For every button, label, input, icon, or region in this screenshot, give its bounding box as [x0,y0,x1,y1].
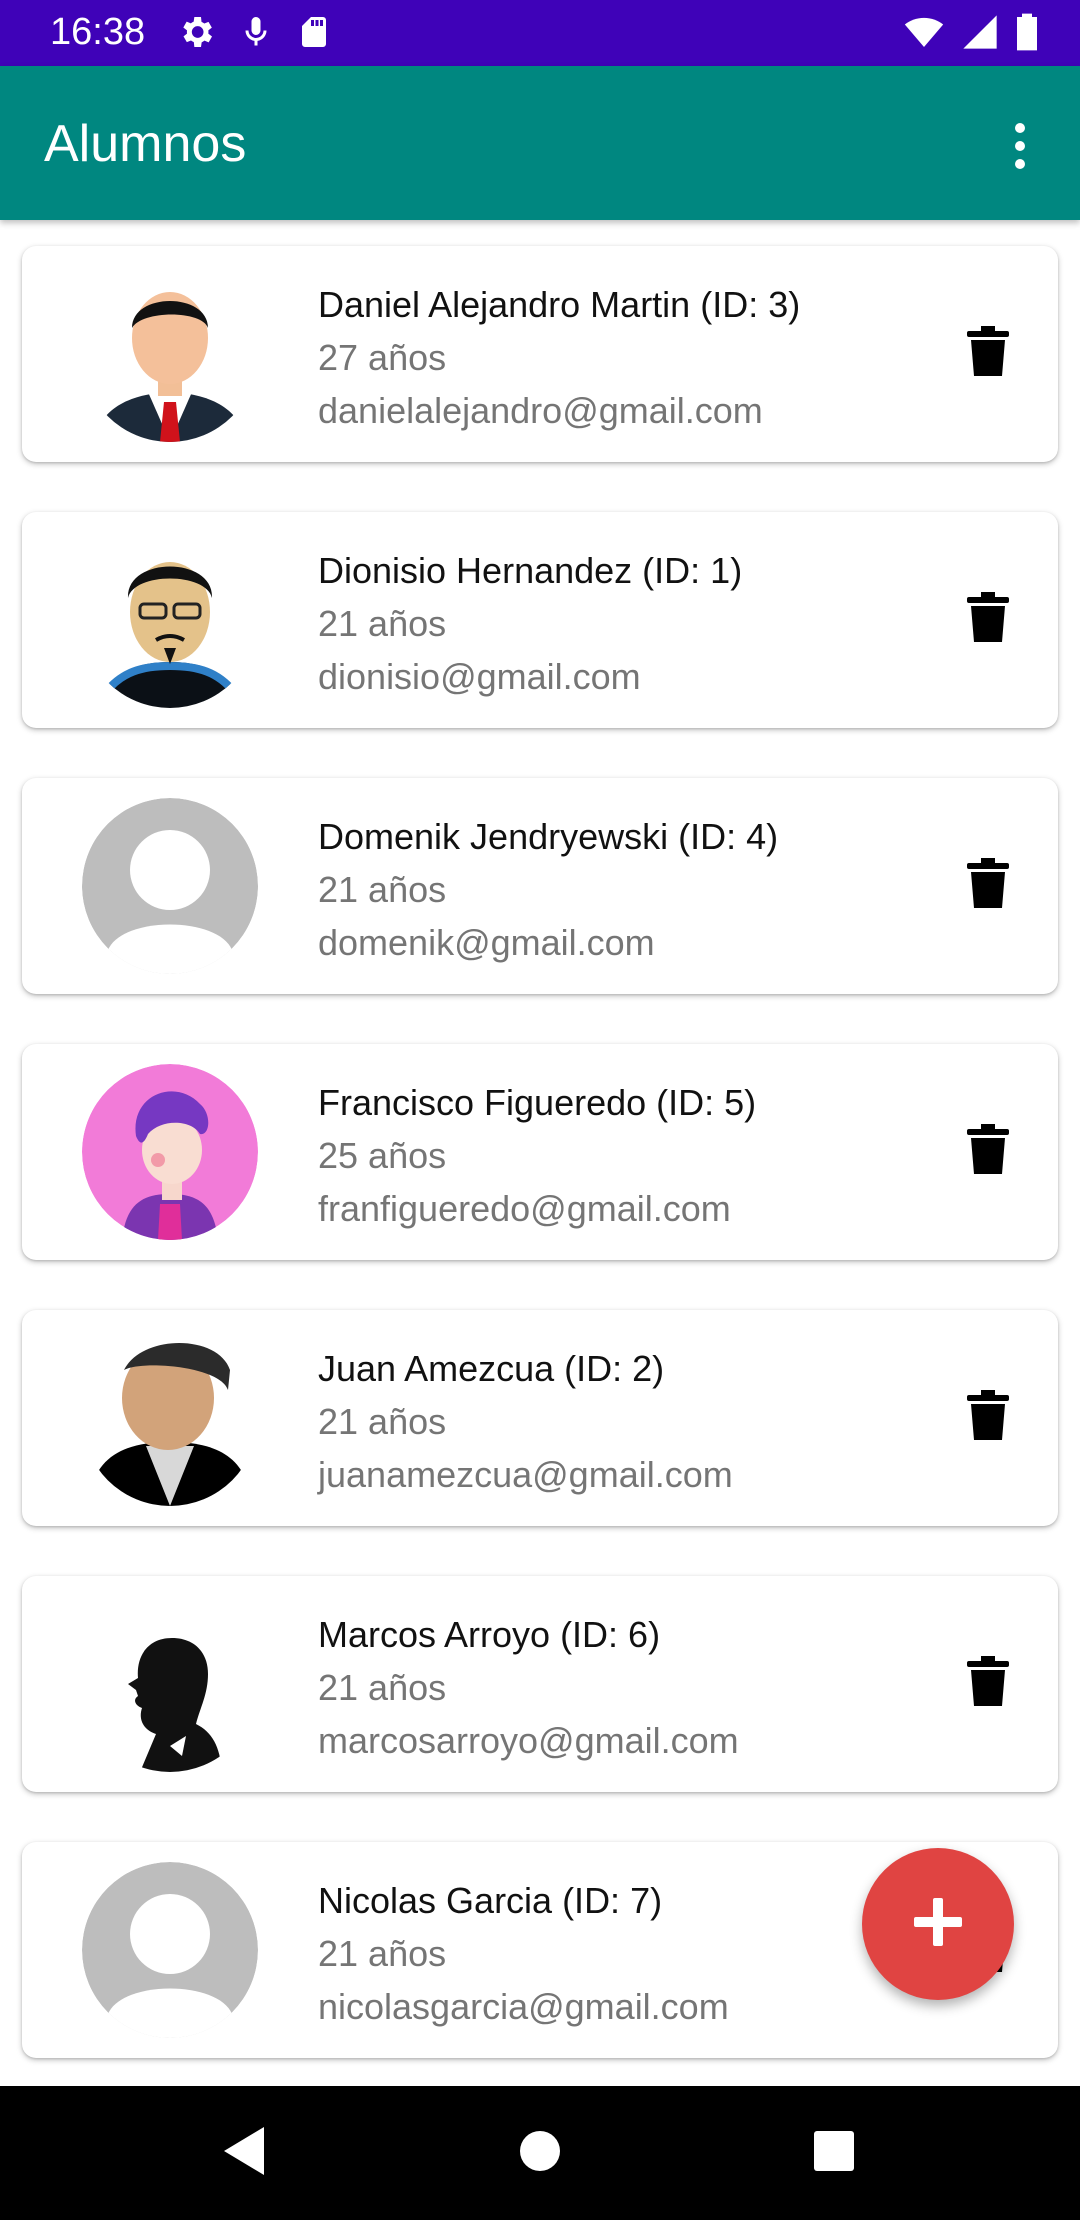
plus-icon [912,1896,964,1953]
student-list[interactable]: Daniel Alejandro Martin (ID: 3) 27 años … [0,220,1080,2086]
page-title: Alumnos [44,115,247,173]
battery-icon [1014,12,1040,52]
sd-card-icon [296,12,332,52]
student-card[interactable]: Dionisio Hernandez (ID: 1) 21 años dioni… [22,512,1058,728]
wifi-icon [902,12,946,52]
default-person-avatar [82,798,258,974]
student-age: 21 años [318,603,447,644]
student-age: 27 años [318,337,447,378]
back-button[interactable] [214,2123,274,2183]
student-email: domenik@gmail.com [318,922,655,963]
student-card[interactable]: Marcos Arroyo (ID: 6) 21 años marcosarro… [22,1576,1058,1792]
add-student-button[interactable] [862,1848,1014,2000]
man-tuxedo-avatar [82,1330,258,1506]
recents-button[interactable] [804,2123,864,2183]
student-email: franfigueredo@gmail.com [318,1188,731,1229]
status-time: 16:38 [50,11,146,53]
man-glasses-goatee-avatar [82,532,258,708]
student-email: marcosarroyo@gmail.com [318,1720,739,1761]
student-card[interactable]: Francisco Figueredo (ID: 5) 25 años fran… [22,1044,1058,1260]
silhouette-profile-avatar [82,1596,258,1772]
more-vert-icon [1013,122,1027,175]
student-name: Dionisio Hernandez (ID: 1) [318,550,743,591]
mic-icon [238,12,274,52]
student-name: Daniel Alejandro Martin (ID: 3) [318,284,801,325]
overflow-menu-button[interactable] [980,108,1060,188]
delete-button[interactable] [958,1654,1018,1714]
man-suit-avatar [82,266,258,442]
student-age: 21 años [318,869,447,910]
trash-icon [967,857,1009,915]
student-age: 21 años [318,1401,447,1442]
student-email: danielalejandro@gmail.com [318,390,763,431]
student-age: 21 años [318,1667,447,1708]
student-email: juanamezcua@gmail.com [318,1454,733,1495]
signal-icon [960,12,1000,52]
trash-icon [967,1123,1009,1181]
student-card[interactable]: Juan Amezcua (ID: 2) 21 años juanamezcua… [22,1310,1058,1526]
navigation-bar [0,2086,1080,2220]
trash-icon [967,1389,1009,1447]
student-name: Domenik Jendryewski (ID: 4) [318,816,779,857]
app-bar: Alumnos [0,66,1080,220]
recents-icon [813,2130,855,2177]
student-age: 25 años [318,1135,447,1176]
trash-icon [967,1655,1009,1713]
home-icon [519,2130,561,2177]
delete-button[interactable] [958,590,1018,650]
default-person-avatar [82,1862,258,2038]
delete-button[interactable] [958,856,1018,916]
student-name: Marcos Arroyo (ID: 6) [318,1614,661,1655]
student-email: nicolasgarcia@gmail.com [318,1986,729,2027]
gear-icon [176,12,216,52]
home-button[interactable] [510,2123,570,2183]
student-name: Juan Amezcua (ID: 2) [318,1348,665,1389]
student-name: Francisco Figueredo (ID: 5) [318,1082,757,1123]
student-age: 21 años [318,1933,447,1974]
student-card[interactable]: Domenik Jendryewski (ID: 4) 21 años dome… [22,778,1058,994]
cartoon-curly-hair-avatar [82,1064,258,1240]
status-bar: 16:38 [0,0,1080,66]
student-card[interactable]: Daniel Alejandro Martin (ID: 3) 27 años … [22,246,1058,462]
delete-button[interactable] [958,1122,1018,1182]
trash-icon [967,325,1009,383]
back-icon [220,2125,268,2182]
trash-icon [967,591,1009,649]
delete-button[interactable] [958,1388,1018,1448]
delete-button[interactable] [958,324,1018,384]
student-name: Nicolas Garcia (ID: 7) [318,1880,663,1921]
student-email: dionisio@gmail.com [318,656,641,697]
